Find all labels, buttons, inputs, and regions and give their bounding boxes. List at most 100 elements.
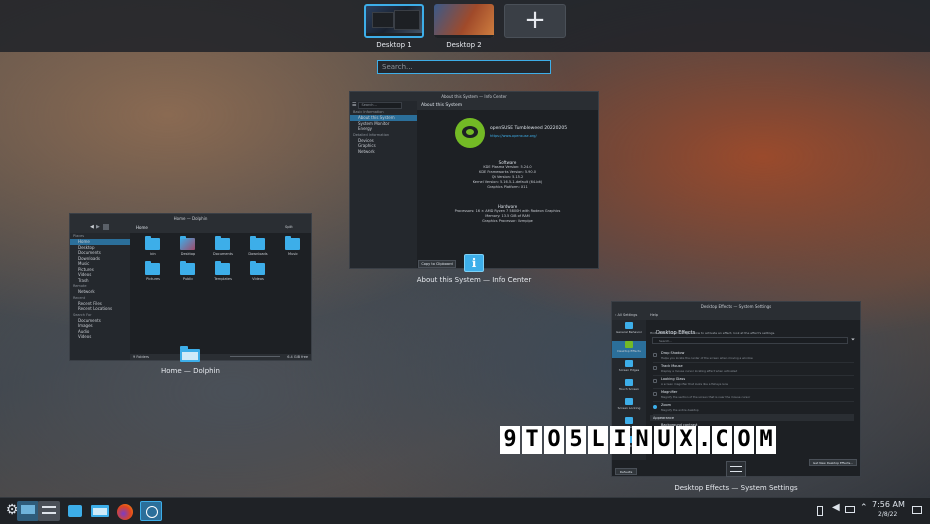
category-screen-locking[interactable]: Screen Locking (612, 398, 646, 415)
tray-expand-icon[interactable]: ⌃ (860, 503, 868, 513)
get-new-effects-button[interactable]: Get New Desktop Effects... (809, 459, 857, 466)
dolphin-window[interactable]: Home — Dolphin ◀ ▶ Home Split Places Hom… (69, 213, 312, 361)
location-breadcrumb[interactable]: Home (136, 225, 148, 230)
back-icon[interactable]: ◀ (90, 224, 94, 230)
desktop-1-label[interactable]: Desktop 1 (359, 41, 429, 49)
all-settings-button[interactable]: ‹ All Settings (615, 313, 637, 317)
folder-label[interactable]: Templates (211, 277, 235, 281)
search-for-item[interactable]: Videos (70, 334, 130, 340)
overview-icon[interactable] (38, 501, 60, 521)
effects-search-input[interactable]: Search... (652, 337, 848, 344)
help-button[interactable]: Help (650, 313, 658, 317)
defaults-button[interactable]: Defaults (615, 468, 637, 475)
watermark-logo: 9TO5LINUX.COM (500, 426, 776, 454)
watermark-letter: N (632, 426, 652, 454)
category-general-behavior[interactable]: General Behavior (612, 322, 646, 339)
folder-label[interactable]: bin (141, 252, 165, 256)
effect-row[interactable]: Looking Glass A screen magnifier that loo… (653, 376, 854, 389)
firefox-icon[interactable] (114, 501, 136, 521)
system-settings-app-icon (726, 461, 746, 477)
software-section: Software KDE Plasma Version: 5.24.0 KDE … (417, 160, 598, 190)
desktop-2-label[interactable]: Desktop 2 (429, 41, 499, 49)
effect-radio[interactable] (653, 405, 657, 409)
watermark-letter: X (676, 426, 696, 454)
folder-label[interactable]: Videos (246, 277, 270, 281)
desktop-2-thumbnail[interactable] (434, 4, 494, 38)
place-item[interactable]: Trash (70, 278, 130, 284)
info-center-window[interactable]: About this System — Info Center ☰ Search… (349, 91, 599, 269)
volume-icon[interactable]: ◀ (832, 502, 840, 513)
folder-icon[interactable] (145, 261, 160, 275)
folder-icon[interactable] (285, 236, 300, 250)
dolphin-statusbar: 9 Folders 6.4 GiB free (130, 354, 311, 360)
forward-icon[interactable]: ▶ (96, 224, 100, 230)
display-icon[interactable] (845, 506, 855, 513)
info-center-taskbar-icon[interactable] (140, 501, 162, 521)
menu-icon[interactable]: ☰ (352, 102, 356, 108)
dolphin-taskbar-icon[interactable] (89, 501, 111, 521)
battery-icon[interactable] (817, 506, 823, 516)
effect-row[interactable]: Track Mouse Display a mouse cursor locati… (653, 363, 854, 376)
effect-row[interactable]: Magnifier Magnify the section of the scre… (653, 389, 854, 402)
settings-caption: Desktop Effects — System Settings (674, 484, 798, 492)
sidebar-search-input[interactable]: Search... (358, 101, 403, 109)
folder-label[interactable]: Desktop (176, 252, 200, 256)
watermark-letter: C (712, 426, 732, 454)
status-free-space: 6.4 GiB free (287, 355, 308, 359)
folder-label[interactable]: Music (281, 252, 305, 256)
effect-row[interactable]: Zoom Magnify the entire desktop (653, 402, 854, 415)
discover-icon[interactable] (64, 501, 86, 521)
pager-icon[interactable] (17, 501, 39, 521)
info-center-header: About this System (417, 101, 598, 110)
folder-icon[interactable] (215, 261, 230, 275)
clock-date[interactable]: 2/8/22 (878, 511, 897, 518)
page-title: About this System (421, 103, 463, 108)
add-desktop-button[interactable]: + (504, 4, 566, 38)
folder-icon[interactable] (215, 236, 230, 250)
recent-item[interactable]: Recent Locations (70, 306, 130, 312)
category-desktop-effects[interactable]: Desktop Effects (612, 341, 646, 358)
category-touch-screen[interactable]: Touch Screen (612, 379, 646, 396)
effect-checkbox[interactable] (653, 366, 657, 370)
effect-checkbox[interactable] (653, 379, 657, 383)
taskbar-panel: ⚙ ◀ ⌃ 7:56 AM 2/8/22 (0, 497, 930, 524)
folder-label[interactable]: Downloads (246, 252, 270, 256)
watermark-letter: L (588, 426, 608, 454)
folder-icon[interactable] (180, 261, 195, 275)
copy-to-clipboard-button[interactable]: Copy to Clipboard (418, 260, 456, 268)
distro-url[interactable]: https://www.opensuse.org/ (490, 134, 537, 138)
folder-icon[interactable] (250, 261, 265, 275)
virtual-desktop-bar: Desktop 1 Desktop 2 + (0, 0, 930, 52)
split-button[interactable]: Split (285, 225, 293, 229)
effects-description: Hint: To find out or configure how to ac… (650, 331, 776, 335)
view-icons-icon[interactable] (103, 224, 109, 230)
folder-icon[interactable] (180, 236, 195, 250)
effect-checkbox[interactable] (653, 353, 657, 357)
sidebar-item-energy[interactable]: Energy (350, 126, 417, 132)
hardware-section: Hardware Processors: 16 × AMD Ryzen 7 58… (417, 204, 598, 224)
effect-checkbox[interactable] (653, 392, 657, 396)
folder-icon[interactable] (250, 236, 265, 250)
info-center-sidebar: ☰ Search... Basic Information About this… (350, 101, 417, 268)
clock-time[interactable]: 7:56 AM (872, 500, 905, 509)
info-center-app-icon: ℹ (464, 254, 484, 272)
sidebar-item-network[interactable]: Network (350, 149, 417, 155)
remote-item[interactable]: Network (70, 289, 130, 295)
folder-label[interactable]: Pictures (141, 277, 165, 281)
folder-label[interactable]: Documents (211, 252, 235, 256)
places-panel: Places Home Desktop Documents Downloads … (70, 233, 130, 360)
zoom-slider[interactable] (230, 356, 280, 357)
watermark-letter: U (654, 426, 674, 454)
watermark-letter: T (522, 426, 542, 454)
category-screen-edges[interactable]: Screen Edges (612, 360, 646, 377)
folder-icon[interactable] (145, 236, 160, 250)
overview-search-input[interactable]: Search... (377, 60, 551, 74)
dolphin-caption: Home — Dolphin (160, 367, 220, 375)
desktop-1-thumbnail[interactable] (364, 4, 424, 38)
effect-row[interactable]: Drop Shadow Helps you locate the center o… (653, 350, 854, 363)
folder-label[interactable]: Public (176, 277, 200, 281)
opensuse-logo-icon (455, 118, 485, 148)
show-desktop-icon[interactable] (912, 506, 922, 514)
watermark-letter: 9 (500, 426, 520, 454)
filter-icon[interactable]: ⏷ (851, 337, 855, 343)
